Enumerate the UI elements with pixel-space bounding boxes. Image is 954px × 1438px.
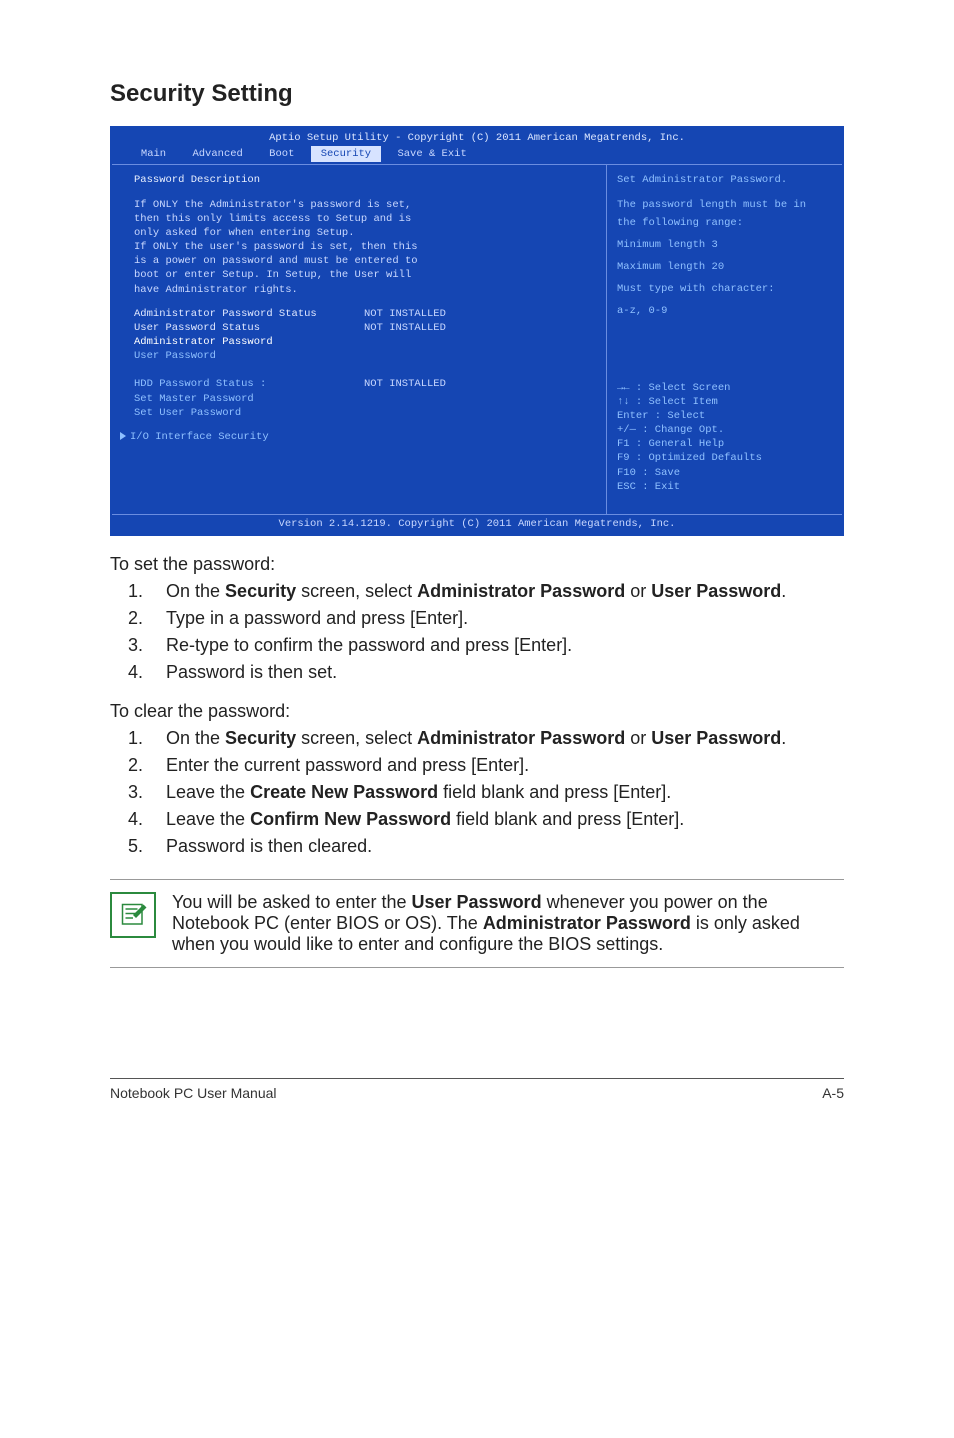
t: User Password <box>651 728 781 748</box>
t: Administrator Password <box>483 913 691 933</box>
hdd-status-k: HDD Password Status : <box>134 377 364 391</box>
clear-step-3: Leave the Create New Password field blan… <box>148 782 844 803</box>
set-step-2: Type in a password and press [Enter]. <box>148 608 844 629</box>
help-l3: the following range: <box>617 216 832 230</box>
tab-advanced: Advanced <box>182 146 252 162</box>
t: . <box>781 581 786 601</box>
admin-status-k: Administrator Password Status <box>134 307 364 321</box>
note-callout: You will be asked to enter the User Pass… <box>110 879 844 968</box>
hdd-status-v: NOT INSTALLED <box>364 377 446 391</box>
footer-left: Notebook PC User Manual <box>110 1085 277 1101</box>
keys-l5: F1 : General Help <box>617 437 832 451</box>
io-interface-row: I/O Interface Security <box>120 430 594 444</box>
t: User Password <box>651 581 781 601</box>
page-footer: Notebook PC User Manual A-5 <box>110 1078 844 1101</box>
t: On the <box>166 728 225 748</box>
bios-right-pane: Set Administrator Password. The password… <box>607 165 842 514</box>
help-l7: a-z, 0-9 <box>617 304 832 318</box>
t: . <box>781 728 786 748</box>
pw-desc-l6: boot or enter Setup. In Setup, the User … <box>134 268 594 282</box>
help-l1: Set Administrator Password. <box>617 173 832 187</box>
clear-password-list: On the Security screen, select Administr… <box>110 728 844 857</box>
pw-desc-l7: have Administrator rights. <box>134 283 594 297</box>
tab-save-exit: Save & Exit <box>387 146 476 162</box>
t: Confirm New Password <box>250 809 451 829</box>
note-text: You will be asked to enter the User Pass… <box>172 892 844 955</box>
tab-main: Main <box>131 146 176 162</box>
user-status-k: User Password Status <box>134 321 364 335</box>
keys-l2: ↑↓ : Select Item <box>617 395 832 409</box>
section-heading: Security Setting <box>110 80 844 108</box>
keys-l3: Enter : Select <box>617 409 832 423</box>
t: Security <box>225 728 296 748</box>
note-icon <box>110 892 156 938</box>
t: field blank and press [Enter]. <box>438 782 671 802</box>
keys-l7: F10 : Save <box>617 466 832 480</box>
t: or <box>625 728 651 748</box>
bios-title: Aptio Setup Utility - Copyright (C) 2011… <box>112 128 842 146</box>
bios-left-pane: Password Description If ONLY the Adminis… <box>112 165 607 514</box>
set-user-row: Set User Password <box>134 406 594 420</box>
pw-desc-l1: If ONLY the Administrator's password is … <box>134 198 594 212</box>
clear-step-5: Password is then cleared. <box>148 836 844 857</box>
keys-l4: +/— : Change Opt. <box>617 423 832 437</box>
t: screen, select <box>296 581 417 601</box>
set-password-list: On the Security screen, select Administr… <box>110 581 844 683</box>
help-l5: Maximum length 20 <box>617 260 832 274</box>
tab-boot: Boot <box>259 146 304 162</box>
admin-password-row: Administrator Password <box>134 335 594 349</box>
t: Administrator Password <box>417 728 625 748</box>
pw-desc-header: Password Description <box>134 173 594 187</box>
footer-right: A-5 <box>822 1085 844 1101</box>
clear-step-2: Enter the current password and press [En… <box>148 755 844 776</box>
clear-password-lead: To clear the password: <box>110 701 844 722</box>
bios-tabs: Main Advanced Boot Security Save & Exit <box>112 146 842 164</box>
user-password-row: User Password <box>134 349 594 363</box>
t: Leave the <box>166 782 250 802</box>
set-step-1: On the Security screen, select Administr… <box>148 581 844 602</box>
pw-desc-l3: only asked for when entering Setup. <box>134 226 594 240</box>
set-step-3: Re-type to confirm the password and pres… <box>148 635 844 656</box>
set-step-4: Password is then set. <box>148 662 844 683</box>
t: Create New Password <box>250 782 438 802</box>
t: screen, select <box>296 728 417 748</box>
t: User Password <box>412 892 542 912</box>
help-l6: Must type with character: <box>617 282 832 296</box>
set-master-row: Set Master Password <box>134 392 594 406</box>
keys-l8: ESC : Exit <box>617 480 832 494</box>
admin-status-v: NOT INSTALLED <box>364 307 446 321</box>
help-l2: The password length must be in <box>617 198 832 212</box>
pw-desc-l4: If ONLY the user's password is set, then… <box>134 240 594 254</box>
t: or <box>625 581 651 601</box>
tab-security: Security <box>311 146 381 162</box>
pw-desc-l2: then this only limits access to Setup an… <box>134 212 594 226</box>
t: Security <box>225 581 296 601</box>
bios-footer: Version 2.14.1219. Copyright (C) 2011 Am… <box>112 514 842 534</box>
pw-desc-l5: is a power on password and must be enter… <box>134 254 594 268</box>
clear-step-1: On the Security screen, select Administr… <box>148 728 844 749</box>
t: field blank and press [Enter]. <box>451 809 684 829</box>
set-password-lead: To set the password: <box>110 554 844 575</box>
user-status-v: NOT INSTALLED <box>364 321 446 335</box>
bios-screenshot: Aptio Setup Utility - Copyright (C) 2011… <box>110 126 844 536</box>
pencil-paper-icon <box>118 900 148 930</box>
keys-l6: F9 : Optimized Defaults <box>617 451 832 465</box>
clear-step-4: Leave the Confirm New Password field bla… <box>148 809 844 830</box>
keys-l1: →← : Select Screen <box>617 381 832 395</box>
t: Administrator Password <box>417 581 625 601</box>
t: On the <box>166 581 225 601</box>
t: You will be asked to enter the <box>172 892 412 912</box>
help-l4: Minimum length 3 <box>617 238 832 252</box>
t: Leave the <box>166 809 250 829</box>
